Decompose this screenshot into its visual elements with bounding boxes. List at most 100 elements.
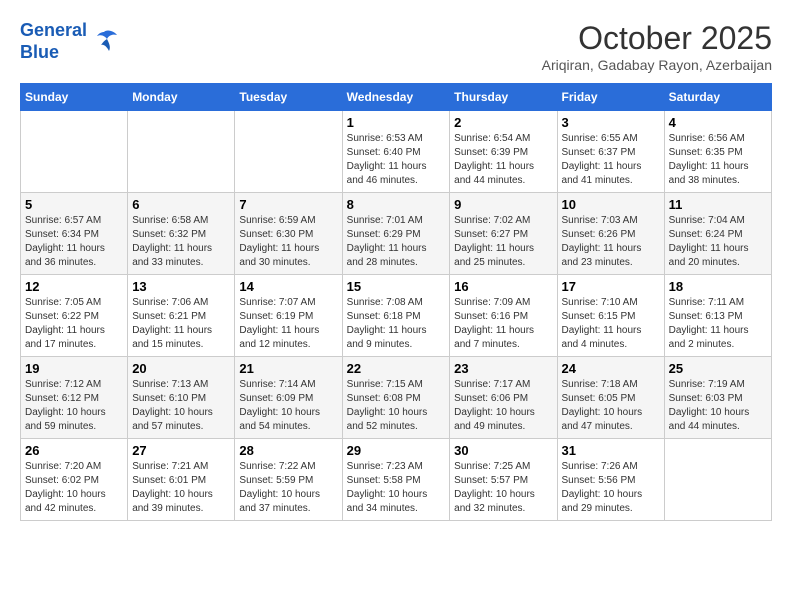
calendar-day-cell: 19 Sunrise: 7:12 AMSunset: 6:12 PMDayligh… [21,357,128,439]
day-number: 19 [25,361,123,376]
day-info: Sunrise: 7:12 AMSunset: 6:12 PMDaylight:… [25,378,123,434]
day-info: Sunrise: 7:22 AMSunset: 5:59 PMDaylight:… [239,460,337,516]
day-number: 9 [454,197,552,212]
logo-blue: Blue [20,42,59,62]
day-info: Sunrise: 7:14 AMSunset: 6:09 PMDaylight:… [239,378,337,434]
calendar-day-cell: 13 Sunrise: 7:06 AMSunset: 6:21 PMDayligh… [128,275,235,357]
month-title: October 2025 [542,20,772,57]
day-number: 31 [562,443,660,458]
calendar-week-row: 19 Sunrise: 7:12 AMSunset: 6:12 PMDayligh… [21,357,772,439]
day-info: Sunrise: 6:57 AMSunset: 6:34 PMDaylight:… [25,214,123,270]
calendar-week-row: 26Sunrise: 7:20 AMSunset: 6:02 PMDayligh… [21,439,772,521]
calendar-day-cell: 16 Sunrise: 7:09 AMSunset: 6:16 PMDayligh… [450,275,557,357]
day-number: 28 [239,443,337,458]
calendar-day-cell: 3 Sunrise: 6:55 AMSunset: 6:37 PMDaylight… [557,111,664,193]
day-number: 22 [347,361,446,376]
weekday-header-row: SundayMondayTuesdayWednesdayThursdayFrid… [21,84,772,111]
day-info: Sunrise: 7:02 AMSunset: 6:27 PMDaylight:… [454,214,552,270]
calendar-day-cell: 26Sunrise: 7:20 AMSunset: 6:02 PMDayligh… [21,439,128,521]
day-number: 2 [454,115,552,130]
day-info: Sunrise: 6:54 AMSunset: 6:39 PMDaylight:… [454,132,552,188]
day-info: Sunrise: 7:23 AMSunset: 5:58 PMDaylight:… [347,460,446,516]
calendar-day-cell: 24 Sunrise: 7:18 AMSunset: 6:05 PMDayligh… [557,357,664,439]
day-number: 18 [669,279,767,294]
day-number: 24 [562,361,660,376]
day-number: 25 [669,361,767,376]
calendar-day-cell: 5Sunrise: 6:57 AMSunset: 6:34 PMDaylight… [21,193,128,275]
page-header: General Blue October 2025 Ariqiran, Gada… [20,20,772,73]
day-number: 21 [239,361,337,376]
day-number: 11 [669,197,767,212]
calendar-day-cell: 21 Sunrise: 7:14 AMSunset: 6:09 PMDayligh… [235,357,342,439]
weekday-header: Sunday [21,84,128,111]
calendar-day-cell: 22 Sunrise: 7:15 AMSunset: 6:08 PMDayligh… [342,357,450,439]
day-number: 20 [132,361,230,376]
day-info: Sunrise: 7:19 AMSunset: 6:03 PMDaylight:… [669,378,767,434]
calendar-day-cell: 28 Sunrise: 7:22 AMSunset: 5:59 PMDayligh… [235,439,342,521]
day-info: Sunrise: 6:55 AMSunset: 6:37 PMDaylight:… [562,132,660,188]
day-number: 10 [562,197,660,212]
day-number: 14 [239,279,337,294]
calendar-day-cell: 20 Sunrise: 7:13 AMSunset: 6:10 PMDayligh… [128,357,235,439]
day-number: 27 [132,443,230,458]
calendar-day-cell: 31 Sunrise: 7:26 AMSunset: 5:56 PMDayligh… [557,439,664,521]
day-info: Sunrise: 7:01 AMSunset: 6:29 PMDaylight:… [347,214,446,270]
day-info: Sunrise: 7:06 AMSunset: 6:21 PMDaylight:… [132,296,230,352]
weekday-header: Friday [557,84,664,111]
weekday-header: Tuesday [235,84,342,111]
day-info: Sunrise: 7:05 AMSunset: 6:22 PMDaylight:… [25,296,123,352]
day-number: 1 [347,115,446,130]
day-number: 8 [347,197,446,212]
calendar-day-cell: 12Sunrise: 7:05 AMSunset: 6:22 PMDayligh… [21,275,128,357]
day-info: Sunrise: 7:11 AMSunset: 6:13 PMDaylight:… [669,296,767,352]
day-number: 17 [562,279,660,294]
day-info: Sunrise: 6:58 AMSunset: 6:32 PMDaylight:… [132,214,230,270]
calendar-day-cell [21,111,128,193]
calendar-day-cell: 9 Sunrise: 7:02 AMSunset: 6:27 PMDaylight… [450,193,557,275]
calendar-table: SundayMondayTuesdayWednesdayThursdayFrid… [20,83,772,521]
day-info: Sunrise: 7:03 AMSunset: 6:26 PMDaylight:… [562,214,660,270]
weekday-header: Wednesday [342,84,450,111]
calendar-day-cell: 18 Sunrise: 7:11 AMSunset: 6:13 PMDayligh… [664,275,771,357]
calendar-day-cell: 15 Sunrise: 7:08 AMSunset: 6:18 PMDayligh… [342,275,450,357]
calendar-day-cell: 11 Sunrise: 7:04 AMSunset: 6:24 PMDayligh… [664,193,771,275]
calendar-day-cell [128,111,235,193]
day-info: Sunrise: 7:13 AMSunset: 6:10 PMDaylight:… [132,378,230,434]
day-info: Sunrise: 6:59 AMSunset: 6:30 PMDaylight:… [239,214,337,270]
day-info: Sunrise: 7:15 AMSunset: 6:08 PMDaylight:… [347,378,446,434]
calendar-day-cell: 30Sunrise: 7:25 AMSunset: 5:57 PMDayligh… [450,439,557,521]
calendar-day-cell: 2 Sunrise: 6:54 AMSunset: 6:39 PMDaylight… [450,111,557,193]
calendar-day-cell: 7Sunrise: 6:59 AMSunset: 6:30 PMDaylight… [235,193,342,275]
logo-text: General Blue [20,20,87,63]
calendar-week-row: 1Sunrise: 6:53 AMSunset: 6:40 PMDaylight… [21,111,772,193]
calendar-day-cell: 6 Sunrise: 6:58 AMSunset: 6:32 PMDaylight… [128,193,235,275]
title-section: October 2025 Ariqiran, Gadabay Rayon, Az… [542,20,772,73]
calendar-week-row: 12Sunrise: 7:05 AMSunset: 6:22 PMDayligh… [21,275,772,357]
calendar-day-cell: 27 Sunrise: 7:21 AMSunset: 6:01 PMDayligh… [128,439,235,521]
weekday-header: Monday [128,84,235,111]
day-info: Sunrise: 7:17 AMSunset: 6:06 PMDaylight:… [454,378,552,434]
day-number: 29 [347,443,446,458]
calendar-day-cell: 4Sunrise: 6:56 AMSunset: 6:35 PMDaylight… [664,111,771,193]
day-info: Sunrise: 7:18 AMSunset: 6:05 PMDaylight:… [562,378,660,434]
weekday-header: Saturday [664,84,771,111]
day-info: Sunrise: 7:26 AMSunset: 5:56 PMDaylight:… [562,460,660,516]
logo: General Blue [20,20,119,63]
day-info: Sunrise: 7:04 AMSunset: 6:24 PMDaylight:… [669,214,767,270]
calendar-day-cell: 23Sunrise: 7:17 AMSunset: 6:06 PMDayligh… [450,357,557,439]
day-info: Sunrise: 7:10 AMSunset: 6:15 PMDaylight:… [562,296,660,352]
day-number: 15 [347,279,446,294]
day-info: Sunrise: 7:21 AMSunset: 6:01 PMDaylight:… [132,460,230,516]
calendar-week-row: 5Sunrise: 6:57 AMSunset: 6:34 PMDaylight… [21,193,772,275]
day-info: Sunrise: 7:09 AMSunset: 6:16 PMDaylight:… [454,296,552,352]
day-number: 3 [562,115,660,130]
day-number: 4 [669,115,767,130]
day-number: 13 [132,279,230,294]
day-info: Sunrise: 7:20 AMSunset: 6:02 PMDaylight:… [25,460,123,516]
logo-general: General [20,20,87,40]
day-number: 16 [454,279,552,294]
day-number: 6 [132,197,230,212]
day-info: Sunrise: 7:08 AMSunset: 6:18 PMDaylight:… [347,296,446,352]
calendar-day-cell: 1Sunrise: 6:53 AMSunset: 6:40 PMDaylight… [342,111,450,193]
location-text: Ariqiran, Gadabay Rayon, Azerbaijan [542,57,772,73]
